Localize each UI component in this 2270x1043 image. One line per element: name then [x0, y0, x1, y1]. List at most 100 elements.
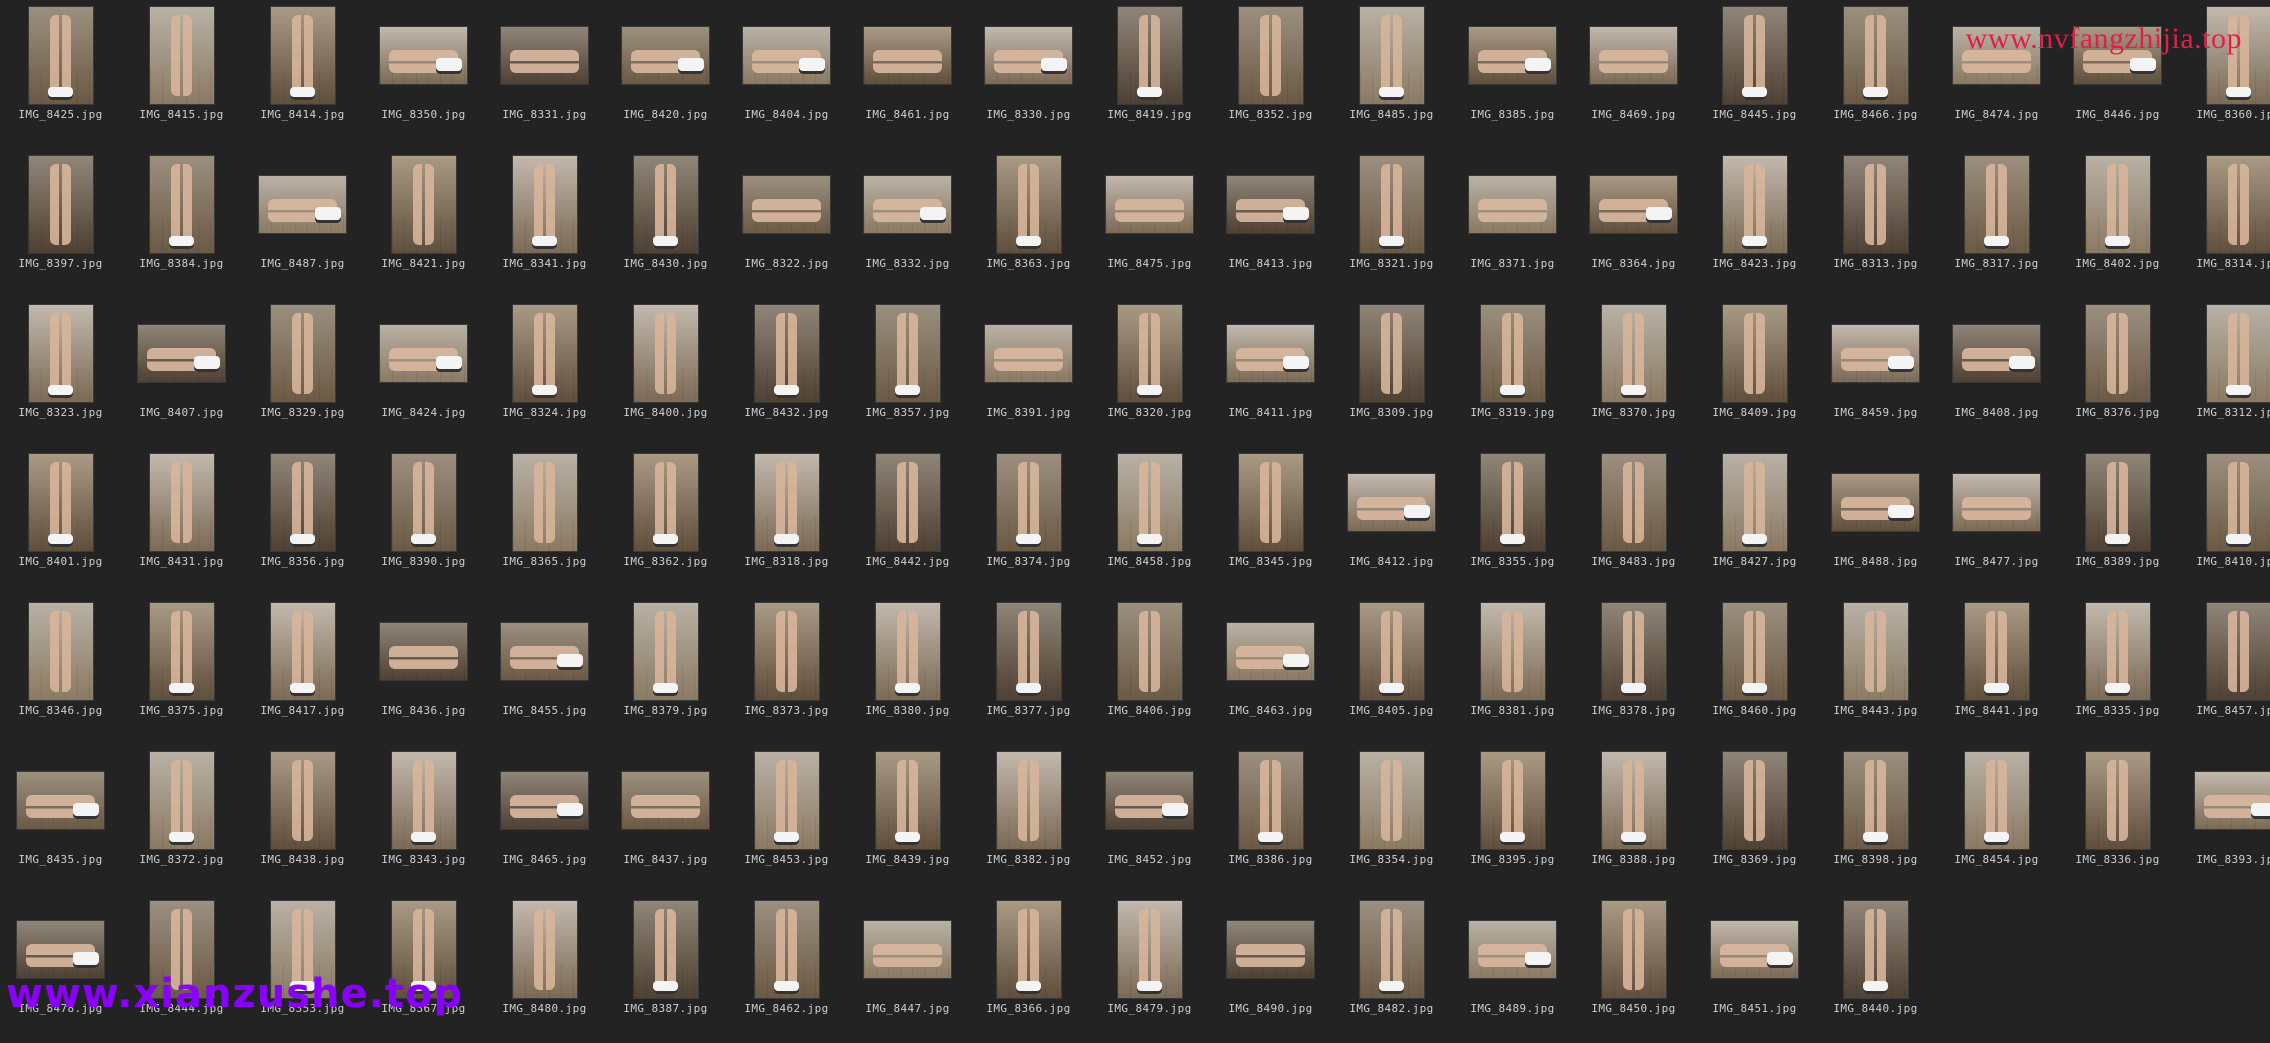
- image-thumbnail[interactable]: [1722, 602, 1788, 701]
- image-thumbnail[interactable]: [1468, 175, 1557, 234]
- image-thumbnail[interactable]: [500, 622, 589, 681]
- file-item[interactable]: IMG_8313.jpg: [1815, 149, 1936, 298]
- image-thumbnail[interactable]: [1964, 602, 2030, 701]
- file-item[interactable]: IMG_8380.jpg: [847, 596, 968, 745]
- file-item[interactable]: IMG_8462.jpg: [726, 894, 847, 1043]
- file-item[interactable]: IMG_8414.jpg: [242, 0, 363, 149]
- image-thumbnail[interactable]: [1480, 304, 1546, 403]
- image-thumbnail[interactable]: [512, 304, 578, 403]
- image-thumbnail[interactable]: [996, 900, 1062, 999]
- image-thumbnail[interactable]: [875, 304, 941, 403]
- image-thumbnail[interactable]: [1843, 751, 1909, 850]
- image-thumbnail[interactable]: [621, 26, 710, 85]
- file-item[interactable]: IMG_8401.jpg: [0, 447, 121, 596]
- image-thumbnail[interactable]: [1601, 453, 1667, 552]
- file-item[interactable]: IMG_8366.jpg: [968, 894, 1089, 1043]
- file-item[interactable]: IMG_8439.jpg: [847, 745, 968, 894]
- file-item[interactable]: IMG_8391.jpg: [968, 298, 1089, 447]
- file-item[interactable]: IMG_8379.jpg: [605, 596, 726, 745]
- image-thumbnail[interactable]: [984, 26, 1073, 85]
- image-thumbnail[interactable]: [1601, 900, 1667, 999]
- image-thumbnail[interactable]: [1117, 453, 1183, 552]
- file-item[interactable]: IMG_8373.jpg: [726, 596, 847, 745]
- image-thumbnail[interactable]: [1952, 473, 2041, 532]
- file-item[interactable]: IMG_8413.jpg: [1210, 149, 1331, 298]
- file-item[interactable]: IMG_8432.jpg: [726, 298, 847, 447]
- file-item[interactable]: IMG_8357.jpg: [847, 298, 968, 447]
- image-thumbnail[interactable]: [1117, 602, 1183, 701]
- image-thumbnail[interactable]: [1359, 602, 1425, 701]
- file-item[interactable]: IMG_8423.jpg: [1694, 149, 1815, 298]
- image-thumbnail[interactable]: [1238, 751, 1304, 850]
- image-thumbnail[interactable]: [2085, 453, 2151, 552]
- file-item[interactable]: IMG_8381.jpg: [1452, 596, 1573, 745]
- file-item[interactable]: IMG_8354.jpg: [1331, 745, 1452, 894]
- image-thumbnail[interactable]: [996, 602, 1062, 701]
- file-item[interactable]: IMG_8469.jpg: [1573, 0, 1694, 149]
- image-thumbnail[interactable]: [512, 155, 578, 254]
- file-item[interactable]: IMG_8409.jpg: [1694, 298, 1815, 447]
- image-thumbnail[interactable]: [1468, 920, 1557, 979]
- file-item[interactable]: IMG_8387.jpg: [605, 894, 726, 1043]
- file-item[interactable]: IMG_8459.jpg: [1815, 298, 1936, 447]
- image-thumbnail[interactable]: [863, 26, 952, 85]
- file-item[interactable]: IMG_8427.jpg: [1694, 447, 1815, 596]
- image-thumbnail[interactable]: [500, 771, 589, 830]
- file-item[interactable]: IMG_8444.jpg: [121, 894, 242, 1043]
- file-item[interactable]: IMG_8490.jpg: [1210, 894, 1331, 1043]
- file-item[interactable]: IMG_8362.jpg: [605, 447, 726, 596]
- image-thumbnail[interactable]: [633, 155, 699, 254]
- image-thumbnail[interactable]: [1601, 304, 1667, 403]
- image-thumbnail[interactable]: [149, 602, 215, 701]
- image-thumbnail[interactable]: [1964, 155, 2030, 254]
- file-item[interactable]: IMG_8346.jpg: [0, 596, 121, 745]
- image-thumbnail[interactable]: [1359, 751, 1425, 850]
- file-item[interactable]: IMG_8447.jpg: [847, 894, 968, 1043]
- file-item[interactable]: IMG_8323.jpg: [0, 298, 121, 447]
- image-thumbnail[interactable]: [1226, 324, 1315, 383]
- image-thumbnail[interactable]: [2194, 771, 2270, 830]
- image-thumbnail[interactable]: [1238, 453, 1304, 552]
- image-thumbnail[interactable]: [270, 304, 336, 403]
- image-thumbnail[interactable]: [1831, 473, 1920, 532]
- image-thumbnail[interactable]: [258, 175, 347, 234]
- image-thumbnail[interactable]: [1105, 175, 1194, 234]
- file-item[interactable]: IMG_8367.jpg: [363, 894, 484, 1043]
- file-item[interactable]: IMG_8455.jpg: [484, 596, 605, 745]
- file-item[interactable]: IMG_8352.jpg: [1210, 0, 1331, 149]
- file-item[interactable]: IMG_8350.jpg: [363, 0, 484, 149]
- file-item[interactable]: IMG_8320.jpg: [1089, 298, 1210, 447]
- file-item[interactable]: IMG_8488.jpg: [1815, 447, 1936, 596]
- file-item[interactable]: IMG_8452.jpg: [1089, 745, 1210, 894]
- file-item[interactable]: IMG_8437.jpg: [605, 745, 726, 894]
- file-item[interactable]: IMG_8404.jpg: [726, 0, 847, 149]
- file-item[interactable]: IMG_8475.jpg: [1089, 149, 1210, 298]
- image-thumbnail[interactable]: [1722, 453, 1788, 552]
- image-thumbnail[interactable]: [996, 751, 1062, 850]
- image-thumbnail[interactable]: [754, 453, 820, 552]
- file-item[interactable]: IMG_8461.jpg: [847, 0, 968, 149]
- image-thumbnail[interactable]: [754, 304, 820, 403]
- file-item[interactable]: IMG_8384.jpg: [121, 149, 242, 298]
- image-thumbnail[interactable]: [633, 900, 699, 999]
- file-item[interactable]: IMG_8335.jpg: [2057, 596, 2178, 745]
- file-item[interactable]: IMG_8466.jpg: [1815, 0, 1936, 149]
- file-item[interactable]: IMG_8457.jpg: [2178, 596, 2270, 745]
- image-thumbnail[interactable]: [270, 453, 336, 552]
- file-item[interactable]: IMG_8419.jpg: [1089, 0, 1210, 149]
- file-item[interactable]: IMG_8405.jpg: [1331, 596, 1452, 745]
- image-thumbnail[interactable]: [1843, 602, 1909, 701]
- file-item[interactable]: IMG_8374.jpg: [968, 447, 1089, 596]
- file-item[interactable]: IMG_8458.jpg: [1089, 447, 1210, 596]
- file-item[interactable]: IMG_8482.jpg: [1331, 894, 1452, 1043]
- image-thumbnail[interactable]: [1468, 26, 1557, 85]
- image-thumbnail[interactable]: [1359, 304, 1425, 403]
- file-item[interactable]: IMG_8364.jpg: [1573, 149, 1694, 298]
- file-item[interactable]: IMG_8314.jpg: [2178, 149, 2270, 298]
- file-item[interactable]: IMG_8389.jpg: [2057, 447, 2178, 596]
- file-item[interactable]: IMG_8397.jpg: [0, 149, 121, 298]
- file-item[interactable]: IMG_8417.jpg: [242, 596, 363, 745]
- image-thumbnail[interactable]: [270, 602, 336, 701]
- file-item[interactable]: IMG_8411.jpg: [1210, 298, 1331, 447]
- file-item[interactable]: IMG_8487.jpg: [242, 149, 363, 298]
